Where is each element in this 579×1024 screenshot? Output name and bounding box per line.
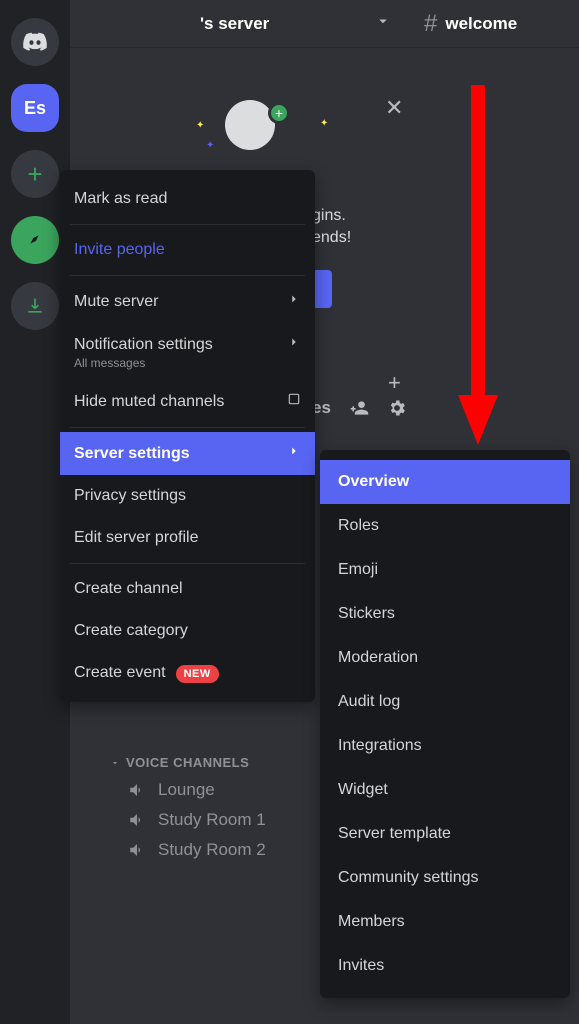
menu-hide-muted-channels[interactable]: Hide muted channels xyxy=(60,380,315,423)
chevron-right-icon xyxy=(287,335,301,354)
submenu-stickers[interactable]: Stickers xyxy=(320,592,570,636)
submenu-members[interactable]: Members xyxy=(320,900,570,944)
submenu-audit-log[interactable]: Audit log xyxy=(320,680,570,724)
channel-header: # welcome xyxy=(410,10,517,38)
menu-separator xyxy=(70,427,305,428)
new-badge: NEW xyxy=(176,665,219,683)
add-server-button[interactable]: + xyxy=(11,150,59,198)
voice-channel-item[interactable]: Lounge xyxy=(110,770,266,800)
submenu-server-template[interactable]: Server template xyxy=(320,812,570,856)
menu-separator xyxy=(70,563,305,564)
menu-mark-as-read[interactable]: Mark as read xyxy=(60,178,315,220)
channel-row-fragment: es xyxy=(312,398,407,418)
voice-channel-item[interactable]: Study Room 1 xyxy=(110,800,266,830)
chevron-right-icon xyxy=(287,444,301,463)
hash-icon: # xyxy=(424,10,437,38)
add-member-icon[interactable] xyxy=(349,398,369,418)
submenu-roles[interactable]: Roles xyxy=(320,504,570,548)
menu-mute-server[interactable]: Mute server xyxy=(60,280,315,323)
home-button[interactable] xyxy=(11,18,59,66)
sparkle-icon: ✦ xyxy=(206,140,214,151)
server-name-label: 's server xyxy=(200,14,269,34)
speaker-icon xyxy=(128,781,146,799)
sparkle-icon: ✦ xyxy=(196,120,204,131)
submenu-overview[interactable]: Overview xyxy=(320,460,570,504)
background-button-fragment[interactable] xyxy=(312,270,332,308)
speaker-icon xyxy=(128,841,146,859)
welcome-graphic xyxy=(225,100,275,150)
menu-separator xyxy=(70,275,305,276)
compass-icon xyxy=(24,229,46,251)
download-apps-button[interactable] xyxy=(11,282,59,330)
checkbox-empty-icon xyxy=(287,392,301,411)
server-icon-selected[interactable]: Es xyxy=(11,84,59,132)
speaker-icon xyxy=(128,811,146,829)
discord-logo-icon xyxy=(21,28,49,56)
menu-invite-people[interactable]: Invite people xyxy=(60,229,315,271)
chevron-down-icon xyxy=(374,12,392,35)
server-context-menu: Mark as read Invite people Mute server N… xyxy=(60,170,315,702)
create-channel-plus-icon[interactable]: + xyxy=(388,370,401,396)
submenu-integrations[interactable]: Integrations xyxy=(320,724,570,768)
menu-notification-sublabel: All messages xyxy=(60,356,315,380)
close-icon[interactable]: ✕ xyxy=(385,95,403,121)
menu-create-event[interactable]: Create eventNEW xyxy=(60,652,315,694)
server-settings-submenu: Overview Roles Emoji Stickers Moderation… xyxy=(320,450,570,998)
voice-channel-item[interactable]: Study Room 2 xyxy=(110,830,266,860)
menu-separator xyxy=(70,224,305,225)
menu-privacy-settings[interactable]: Privacy settings xyxy=(60,475,315,517)
plus-badge-icon: + xyxy=(268,102,290,124)
voice-channels-section: VOICE CHANNELS Lounge Study Room 1 Study… xyxy=(110,755,266,860)
submenu-moderation[interactable]: Moderation xyxy=(320,636,570,680)
sparkle-icon: ✦ xyxy=(320,118,328,129)
menu-edit-server-profile[interactable]: Edit server profile xyxy=(60,517,315,559)
submenu-invites[interactable]: Invites xyxy=(320,944,570,988)
menu-server-settings[interactable]: Server settings xyxy=(60,432,315,475)
submenu-emoji[interactable]: Emoji xyxy=(320,548,570,592)
submenu-community-settings[interactable]: Community settings xyxy=(320,856,570,900)
welcome-text-fragment: gins. ends! xyxy=(312,205,351,249)
submenu-widget[interactable]: Widget xyxy=(320,768,570,812)
chevron-down-icon xyxy=(110,758,120,768)
arrow-down-icon xyxy=(453,85,503,455)
menu-create-channel[interactable]: Create channel xyxy=(60,568,315,610)
header-bar: 's server # welcome xyxy=(70,0,579,48)
voice-channels-header[interactable]: VOICE CHANNELS xyxy=(110,755,266,770)
explore-button[interactable] xyxy=(11,216,59,264)
menu-create-category[interactable]: Create category xyxy=(60,610,315,652)
annotation-arrow xyxy=(453,85,503,460)
server-name-dropdown[interactable]: 's server xyxy=(70,12,410,35)
channel-name-label: welcome xyxy=(445,14,517,34)
chevron-right-icon xyxy=(287,292,301,311)
gear-icon[interactable] xyxy=(387,398,407,418)
download-icon xyxy=(25,296,45,316)
